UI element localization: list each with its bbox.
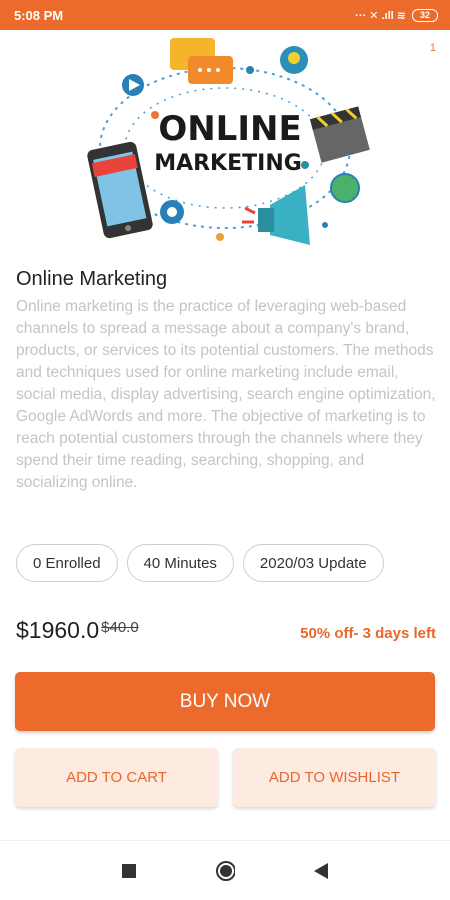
enrolled-chip: 0 Enrolled (16, 544, 118, 582)
circle-icon (216, 860, 235, 881)
back-triangle-icon (314, 862, 328, 879)
add-to-cart-button[interactable]: ADD TO CART (15, 748, 218, 807)
back-button[interactable] (311, 861, 331, 881)
status-bar: 5:08 PM ··· ✕ .ıll ≋ 32 (0, 0, 450, 30)
duration-chip: 40 Minutes (126, 544, 234, 582)
price-row: $1960.0 $40.0 50% off- 3 days left (16, 617, 436, 644)
recents-button[interactable] (119, 861, 139, 881)
art-title-line2: MARKETING (154, 151, 302, 176)
square-icon (122, 863, 136, 878)
online-marketing-illustration: ONLINE MARKETING (87, 38, 370, 245)
course-description: Online marketing is the practice of leve… (16, 298, 436, 491)
course-detail: ONLINE MARKETING 1 Online Marketing Onli… (0, 30, 450, 840)
course-meta-chips: 0 Enrolled 40 Minutes 2020/03 Update (16, 544, 384, 582)
add-to-wishlist-button[interactable]: ADD TO WISHLIST (233, 748, 436, 807)
course-title: Online Marketing (16, 268, 168, 290)
current-price: $1960.0 (16, 617, 100, 643)
battery-icon: 32 (412, 8, 438, 22)
discount-label: 50% off- 3 days left (300, 625, 436, 642)
original-price: $40.0 (101, 619, 139, 636)
system-nav-bar (0, 840, 450, 900)
buy-now-button[interactable]: BUY NOW (15, 672, 435, 731)
status-indicators: ··· ✕ .ıll ≋ 32 (355, 8, 438, 22)
image-page-indicator: 1 (429, 42, 436, 54)
status-time: 5:08 PM (14, 7, 64, 23)
course-banner: ONLINE MARKETING 1 (0, 30, 450, 255)
art-title-line1: ONLINE (158, 109, 301, 149)
home-button[interactable] (215, 860, 235, 881)
signal-icons: ··· ✕ .ıll ≋ (355, 9, 406, 22)
battery-level: 32 (419, 10, 430, 20)
update-chip: 2020/03 Update (242, 544, 384, 582)
